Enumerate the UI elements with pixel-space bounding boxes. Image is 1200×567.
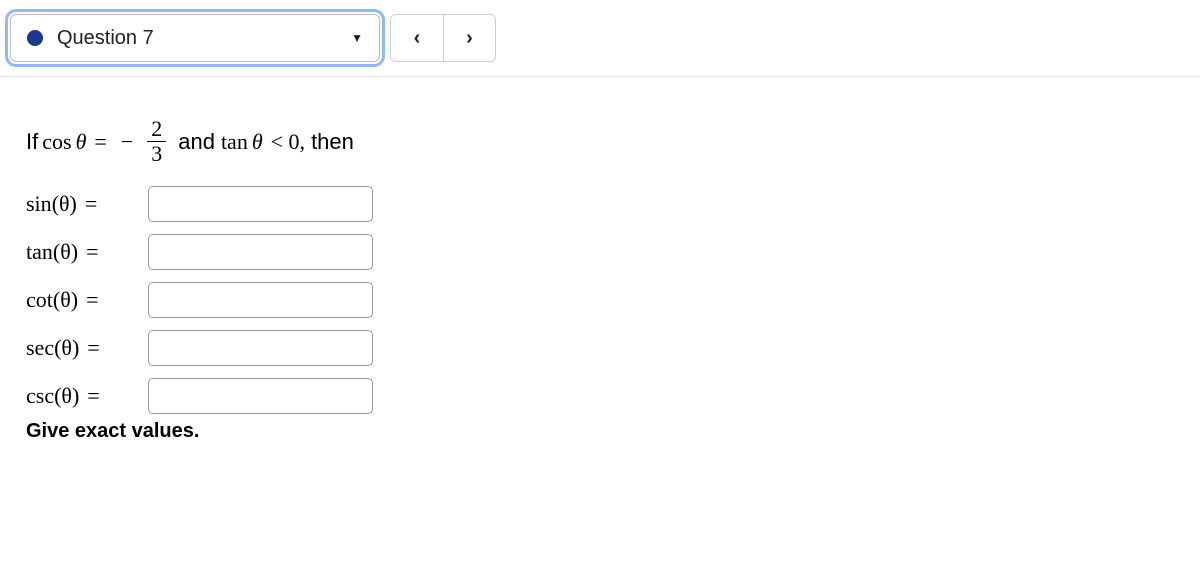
prev-button[interactable]: ‹ (391, 15, 443, 61)
answer-row-cot: cot(θ) = (26, 282, 1174, 318)
tan-func: tan (221, 129, 248, 155)
sec-input[interactable] (148, 330, 373, 366)
chevron-down-icon: ▼ (351, 31, 363, 45)
cos-func: cos (42, 129, 71, 155)
answer-label-csc: csc(θ) = (26, 383, 144, 409)
cot-input[interactable] (148, 282, 373, 318)
then-text: then (311, 129, 354, 155)
chevron-right-icon: › (466, 27, 473, 50)
sin-input[interactable] (148, 186, 373, 222)
top-bar: Question 7 ▼ ‹ › (0, 0, 1200, 77)
answers-list: sin(θ) = tan(θ) = cot(θ) = sec(θ) = (26, 186, 1174, 414)
fraction-denominator: 3 (147, 141, 166, 166)
question-label: Question 7 (57, 27, 351, 50)
tan-input[interactable] (148, 234, 373, 270)
answer-row-csc: csc(θ) = (26, 378, 1174, 414)
fraction-numerator: 2 (147, 117, 166, 141)
answer-row-sin: sin(θ) = (26, 186, 1174, 222)
answer-label-sec: sec(θ) = (26, 335, 144, 361)
arg-sec: (θ) (54, 335, 79, 361)
func-sec: sec (26, 335, 54, 361)
func-cot: cot (26, 287, 53, 313)
nav-group: ‹ › (390, 14, 496, 62)
comparison-text: < 0, (271, 129, 305, 155)
status-dot-icon (27, 30, 43, 46)
arg-csc: (θ) (54, 383, 79, 409)
content-area: If cos θ = − 2 3 and tan θ < 0, then sin… (0, 77, 1200, 483)
fraction: 2 3 (147, 117, 166, 166)
theta-var-2: θ (252, 129, 263, 155)
answer-label-tan: tan(θ) = (26, 239, 144, 265)
instruction-text: Give exact values. (26, 420, 1174, 443)
arg-cot: (θ) (53, 287, 78, 313)
answer-row-tan: tan(θ) = (26, 234, 1174, 270)
eq-cot: = (86, 287, 98, 313)
answer-row-sec: sec(θ) = (26, 330, 1174, 366)
theta-var-1: θ (76, 129, 87, 155)
if-text: If (26, 129, 38, 155)
func-tan: tan (26, 239, 53, 265)
csc-input[interactable] (148, 378, 373, 414)
arg-tan: (θ) (53, 239, 78, 265)
eq-csc: = (87, 383, 99, 409)
func-csc: csc (26, 383, 54, 409)
answer-label-cot: cot(θ) = (26, 287, 144, 313)
chevron-left-icon: ‹ (414, 27, 421, 50)
problem-statement: If cos θ = − 2 3 and tan θ < 0, then (26, 117, 1174, 166)
minus-sign: − (121, 129, 133, 155)
question-selector[interactable]: Question 7 ▼ (10, 14, 380, 62)
equals-sign: = (94, 129, 106, 155)
eq-sec: = (87, 335, 99, 361)
arg-sin: (θ) (52, 191, 77, 217)
func-sin: sin (26, 191, 52, 217)
and-text: and (178, 129, 215, 155)
eq-sin: = (85, 191, 97, 217)
answer-label-sin: sin(θ) = (26, 191, 144, 217)
eq-tan: = (86, 239, 98, 265)
next-button[interactable]: › (443, 15, 495, 61)
